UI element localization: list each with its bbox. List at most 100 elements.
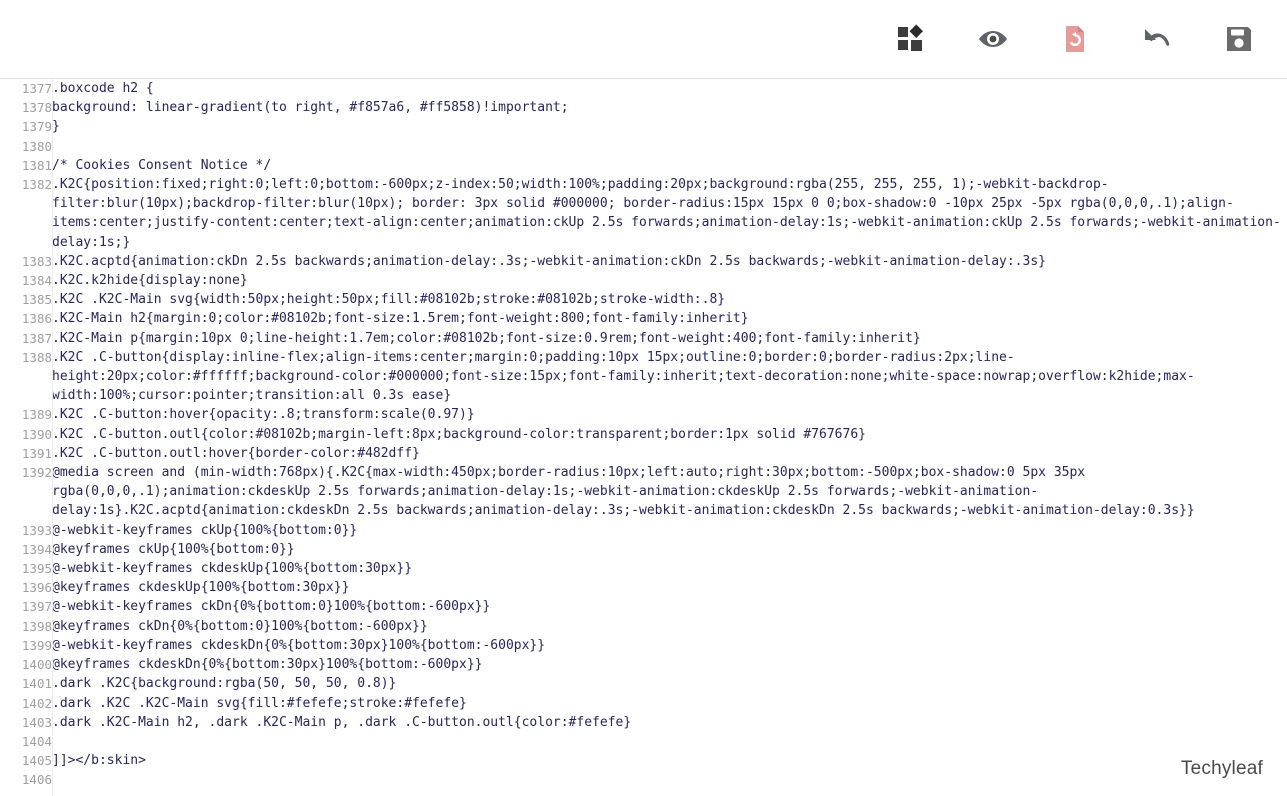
line-number: 1385: [0, 290, 52, 310]
code-line-row: 1384 .K2C.k2hide{display:none}: [0, 271, 1287, 291]
preview-eye-icon: [977, 23, 1009, 55]
code-line-row: 1390 .K2C .C-button.outl{color:#08102b;ma…: [0, 424, 1287, 444]
code-line-text[interactable]: .K2C-Main h2{margin:0;color:#08102b;font…: [52, 309, 1287, 328]
line-number: 1378: [0, 98, 52, 118]
line-number: 1382: [0, 175, 52, 252]
gutter-divider: [52, 79, 53, 796]
code-line-row: 1405]]></b:skin>: [0, 751, 1287, 771]
code-line-text[interactable]: @media screen and (min-width:768px){.K2C…: [52, 463, 1287, 521]
code-line-text[interactable]: @keyframes ckdeskDn{0%{bottom:30px}100%{…: [52, 655, 1287, 674]
line-number: 1392: [0, 463, 52, 521]
code-line-row: 1402 .dark .K2C .K2C-Main svg{fill:#fefef…: [0, 693, 1287, 713]
code-line-text[interactable]: /* Cookies Consent Notice */: [52, 156, 1287, 175]
code-line-text[interactable]: .boxcode h2 {: [52, 79, 1287, 98]
line-number: 1395: [0, 559, 52, 579]
code-line-text[interactable]: .K2C-Main p{margin:10px 0;line-height:1.…: [52, 329, 1287, 348]
code-line-text[interactable]: @-webkit-keyframes ckDn{0%{bottom:0}100%…: [52, 597, 1287, 616]
code-line-text[interactable]: background: linear-gradient(to right, #f…: [52, 98, 1287, 117]
code-line-text[interactable]: @-webkit-keyframes ckUp{100%{bottom:0}}: [52, 521, 1287, 540]
editor-toolbar: [0, 0, 1287, 79]
code-line-text[interactable]: .K2C .C-button:hover{opacity:.8;transfor…: [52, 405, 1287, 424]
code-line-text[interactable]: [52, 770, 1287, 789]
code-line-row: 1378 background: linear-gradient(to right…: [0, 98, 1287, 118]
line-number: 1384: [0, 271, 52, 291]
code-line-text[interactable]: ]]></b:skin>: [52, 751, 1287, 770]
code-line-text[interactable]: [52, 137, 1287, 156]
save-button[interactable]: [1217, 17, 1261, 61]
code-lines-body: 1377 .boxcode h2 {1378 background: linear-…: [0, 79, 1287, 790]
code-line-text[interactable]: .dark .K2C{background:rgba(50, 50, 50, 0…: [52, 674, 1287, 693]
code-line-text[interactable]: @keyframes ckdeskUp{100%{bottom:30px}}: [52, 578, 1287, 597]
code-line-row: 1380: [0, 136, 1287, 156]
line-number: 1383: [0, 251, 52, 272]
code-line-row: 1389 .K2C .C-button:hover{opacity:.8;tran…: [0, 405, 1287, 425]
line-number: 1399: [0, 635, 52, 656]
revert-to-saved-icon: [1060, 24, 1090, 54]
code-line-text[interactable]: }: [52, 117, 1287, 136]
save-floppy-icon: [1225, 25, 1253, 53]
line-number: 1397: [0, 597, 52, 617]
revert-to-saved-button[interactable]: [1053, 17, 1097, 61]
template-designer-button[interactable]: [889, 17, 933, 61]
code-line-text[interactable]: .K2C .C-button{display:inline-flex;align…: [52, 348, 1287, 406]
code-line-row: 1396 @keyframes ckdeskUp{100%{bottom:30px…: [0, 578, 1287, 598]
line-number: 1387: [0, 328, 52, 348]
code-editor-area[interactable]: 1377 .boxcode h2 {1378 background: linear-…: [0, 79, 1287, 796]
preview-button[interactable]: [971, 17, 1015, 61]
code-line-row: 1404: [0, 731, 1287, 752]
line-number: 1403: [0, 712, 52, 732]
code-line-row: 1400 @keyframes ckdeskDn{0%{bottom:30px}1…: [0, 655, 1287, 675]
line-number: 1391: [0, 443, 52, 464]
line-number: 1386: [0, 309, 52, 329]
line-number: 1401: [0, 674, 52, 694]
code-line-row: 1391 .K2C .C-button.outl:hover{border-col…: [0, 443, 1287, 464]
line-number: 1379: [0, 117, 52, 137]
line-number: 1389: [0, 405, 52, 425]
code-editor-page: 1377 .boxcode h2 {1378 background: linear-…: [0, 0, 1287, 796]
line-number: 1404: [0, 731, 52, 752]
code-line-row: 1393 @-webkit-keyframes ckUp{100%{bottom:…: [0, 520, 1287, 540]
line-number: 1406: [0, 770, 52, 790]
undo-arrow-icon: [1140, 25, 1174, 53]
code-line-row: 1403 .dark .K2C-Main h2, .dark .K2C-Main …: [0, 712, 1287, 732]
code-line-row: 1392 @media screen and (min-width:768px){…: [0, 463, 1287, 521]
code-line-text[interactable]: @keyframes ckUp{100%{bottom:0}}: [52, 540, 1287, 559]
line-number: 1377: [0, 79, 52, 99]
code-line-text[interactable]: [52, 732, 1287, 751]
code-line-row: 1406: [0, 770, 1287, 790]
code-line-row: 1381/* Cookies Consent Notice */: [0, 155, 1287, 176]
template-designer-icon: [896, 24, 926, 54]
code-line-text[interactable]: .K2C.k2hide{display:none}: [52, 271, 1287, 290]
line-number: 1398: [0, 616, 52, 636]
code-line-text[interactable]: @keyframes ckDn{0%{bottom:0}100%{bottom:…: [52, 617, 1287, 636]
line-number: 1402: [0, 693, 52, 713]
code-line-text[interactable]: .dark .K2C-Main h2, .dark .K2C-Main p, .…: [52, 713, 1287, 732]
line-number: 1396: [0, 578, 52, 598]
code-line-row: 1383 .K2C.acptd{animation:ckDn 2.5s backw…: [0, 251, 1287, 272]
code-line-row: 1401 .dark .K2C{background:rgba(50, 50, 5…: [0, 674, 1287, 694]
code-line-text[interactable]: .K2C .C-button.outl{color:#08102b;margin…: [52, 425, 1287, 444]
code-token: ]]>: [52, 753, 76, 769]
code-line-row: 1382 .K2C{position:fixed;right:0;left:0;b…: [0, 175, 1287, 252]
code-line-row: 1387 .K2C-Main p{margin:10px 0;line-heigh…: [0, 328, 1287, 348]
code-line-row: 1386 .K2C-Main h2{margin:0;color:#08102b;…: [0, 309, 1287, 329]
code-line-text[interactable]: @-webkit-keyframes ckdeskUp{100%{bottom:…: [52, 559, 1287, 578]
toolbar-action-group: [889, 0, 1261, 78]
code-line-row: 1377 .boxcode h2 {: [0, 79, 1287, 99]
code-line-row: 1379}: [0, 117, 1287, 137]
undo-button[interactable]: [1135, 17, 1179, 61]
code-token: </b:skin>: [75, 753, 146, 769]
line-number: 1380: [0, 136, 52, 156]
line-number: 1394: [0, 539, 52, 560]
code-line-row: 1388 .K2C .C-button{display:inline-flex;a…: [0, 347, 1287, 406]
code-line-text[interactable]: .dark .K2C .K2C-Main svg{fill:#fefefe;st…: [52, 694, 1287, 713]
code-line-text[interactable]: @-webkit-keyframes ckdeskDn{0%{bottom:30…: [52, 636, 1287, 655]
code-line-row: 1398 @keyframes ckDn{0%{bottom:0}100%{bot…: [0, 616, 1287, 636]
code-line-row: 1399 @-webkit-keyframes ckdeskDn{0%{botto…: [0, 635, 1287, 656]
code-line-text[interactable]: .K2C .C-button.outl:hover{border-color:#…: [52, 444, 1287, 463]
code-line-text[interactable]: .K2C.acptd{animation:ckDn 2.5s backwards…: [52, 252, 1287, 271]
line-number: 1388: [0, 347, 52, 406]
code-line-text[interactable]: .K2C{position:fixed;right:0;left:0;botto…: [52, 175, 1287, 252]
line-number: 1381: [0, 155, 52, 176]
code-line-text[interactable]: .K2C .K2C-Main svg{width:50px;height:50p…: [52, 290, 1287, 309]
